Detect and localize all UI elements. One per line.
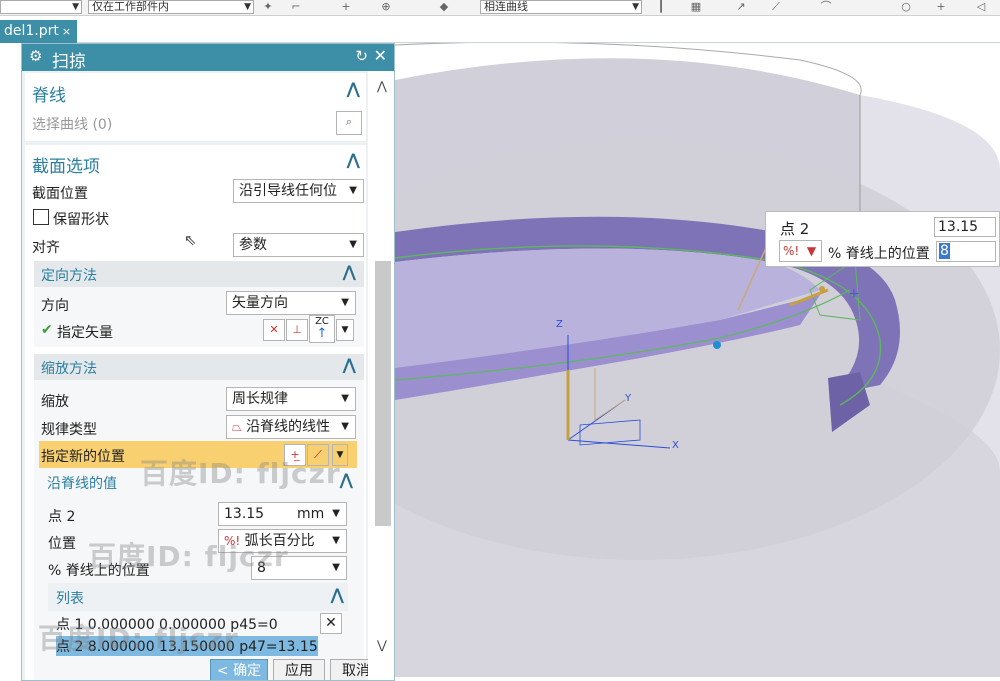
- scale-dropdown[interactable]: 周长规律 ▼: [226, 387, 356, 411]
- dialog-body: 脊线 ⋀ 选择曲线 (0) ⌕ 截面选项 ⋀ 截面位置 沿引导线任何位 ▼ 保留形…: [22, 71, 368, 680]
- circle-icon[interactable]: ○: [900, 1, 912, 13]
- snap-icon[interactable]: ✦: [262, 1, 274, 13]
- ok-button[interactable]: < 确定 >: [210, 659, 268, 680]
- zc-vector-icon[interactable]: ZC ↑: [309, 315, 335, 343]
- scale-label: 缩放: [41, 394, 69, 410]
- chevron-up-icon[interactable]: ⋀: [347, 79, 360, 98]
- keep-shape-checkbox[interactable]: [33, 209, 49, 225]
- curve-icon[interactable]: ⌐: [290, 1, 302, 13]
- keep-shape-label: 保留形状: [53, 212, 109, 228]
- reset-icon[interactable]: ↻: [355, 47, 368, 65]
- select-curve-icon[interactable]: ⌕: [336, 111, 362, 135]
- law-type-label: 规律类型: [41, 422, 97, 438]
- axis-y-label: Y: [625, 393, 632, 404]
- point-value-input[interactable]: 13.15 mm ▼: [218, 502, 347, 526]
- selection-scope-select[interactable]: ▼: [0, 0, 82, 14]
- select-curve-label: 选择曲线 (0): [32, 117, 113, 133]
- dialog-title-bar: ⚙ 扫掠 ↻ ✕: [22, 44, 394, 72]
- top-toolbar: ▼ 仅在工作部件内 ▼ ✦ ⌐ + ⊕ ◆ 相连曲线 ▼ ┃ ▦ ↗ ⟋ ⌒ ○ +…: [0, 0, 1000, 16]
- inferred-vector-icon[interactable]: ⊥: [286, 319, 308, 341]
- remove-icon[interactable]: ✕: [320, 613, 342, 634]
- arrow-left-icon[interactable]: ◁: [975, 1, 987, 13]
- floater-percent-input[interactable]: 8: [936, 241, 996, 262]
- dialog-scrollbar[interactable]: ⋀ ⋁: [371, 71, 394, 680]
- tab-close-icon[interactable]: ×: [62, 25, 71, 38]
- scaling-method-header[interactable]: 缩放方法 ⋀: [34, 354, 364, 380]
- vector-dropdown-arrow[interactable]: ▼: [336, 319, 354, 341]
- align-dropdown[interactable]: 参数 ▼: [233, 233, 364, 257]
- cross-icon[interactable]: +: [935, 1, 947, 13]
- section-position-label: 截面位置: [32, 186, 88, 202]
- floater-position-select[interactable]: %! ▼: [779, 240, 822, 262]
- orientation-method-header[interactable]: 定向方法 ⋀: [34, 261, 364, 287]
- spine-section-header[interactable]: 脊线 ⋀: [22, 77, 368, 106]
- grid-icon[interactable]: ▦: [690, 1, 702, 13]
- watermark: 百度ID: fljczr: [140, 457, 341, 490]
- document-tab-bar: del1.prt ×: [0, 17, 1000, 43]
- axis-x-label: X: [672, 440, 679, 451]
- floater-point-value[interactable]: 13.15: [934, 217, 996, 237]
- close-icon[interactable]: ✕: [374, 46, 387, 65]
- floater-point-label: 点 2: [780, 220, 810, 238]
- position-label: 位置: [48, 536, 76, 552]
- scroll-thumb[interactable]: [375, 261, 391, 526]
- law-type-dropdown[interactable]: ⏢ 沿脊线的线性 ▼: [226, 415, 356, 439]
- mouse-cursor-icon: ⇖: [184, 231, 197, 249]
- floater-percent-label: % 脊线上的位置: [828, 246, 930, 262]
- dialog-title: 扫掠: [52, 52, 86, 72]
- chevron-up-icon[interactable]: ⋀: [343, 355, 356, 374]
- apply-button[interactable]: 应用: [273, 659, 325, 680]
- svg-text:+: +: [848, 286, 860, 302]
- chevron-up-icon[interactable]: ⋀: [347, 150, 360, 169]
- axis-z-label: Z: [556, 319, 563, 330]
- cancel-button[interactable]: 取消: [330, 659, 368, 680]
- scroll-down-icon[interactable]: ⋁: [377, 638, 387, 652]
- scroll-up-icon[interactable]: ⋀: [377, 79, 387, 93]
- cube-icon[interactable]: ◆: [438, 1, 450, 13]
- checkmark-icon: ✔: [41, 322, 53, 338]
- line-icon[interactable]: ⟋: [770, 1, 782, 13]
- section-position-dropdown[interactable]: 沿引导线任何位 ▼: [233, 179, 364, 203]
- direction-label: 方向: [41, 298, 69, 314]
- chevron-up-icon[interactable]: ⋀: [343, 262, 356, 281]
- watermark: 百度ID: fljczr: [38, 622, 239, 655]
- type-filter-select[interactable]: 仅在工作部件内 ▼: [88, 0, 254, 14]
- arc-icon[interactable]: ⌒: [820, 1, 832, 13]
- document-tab[interactable]: del1.prt ×: [0, 20, 78, 43]
- direction-dropdown[interactable]: 矢量方向 ▼: [226, 291, 356, 315]
- onscreen-input-box: 点 2 13.15 %! ▼ % 脊线上的位置 8: [765, 211, 1000, 267]
- sweep-dialog: ⚙ 扫掠 ↻ ✕ 脊线 ⋀ 选择曲线 (0) ⌕ 截面选项 ⋀ 截面位置 沿引导…: [21, 43, 395, 681]
- vector-dialog-icon[interactable]: ✕: [263, 319, 285, 341]
- curve-rule-select[interactable]: 相连曲线 ▼: [480, 0, 642, 14]
- watermark: 百度ID: fljczr: [88, 540, 289, 573]
- point-icon[interactable]: ⊕: [380, 1, 392, 13]
- section-options-header[interactable]: 截面选项 ⋀: [22, 148, 368, 177]
- chevron-up-icon[interactable]: ⋀: [331, 585, 344, 604]
- point-label: 点 2: [48, 509, 76, 525]
- list-header[interactable]: 列表 ⋀: [48, 583, 348, 611]
- chevron-up-icon[interactable]: ⋀: [340, 470, 353, 489]
- specify-new-location-label: 指定新的位置: [41, 449, 125, 465]
- align-label: 对齐: [32, 240, 60, 256]
- plus-icon[interactable]: +: [340, 1, 352, 13]
- bar-icon[interactable]: ┃: [655, 1, 667, 13]
- specify-vector-label: 指定矢量: [57, 325, 113, 341]
- arrow-icon[interactable]: ↗: [735, 1, 747, 13]
- gear-icon[interactable]: ⚙: [29, 47, 42, 65]
